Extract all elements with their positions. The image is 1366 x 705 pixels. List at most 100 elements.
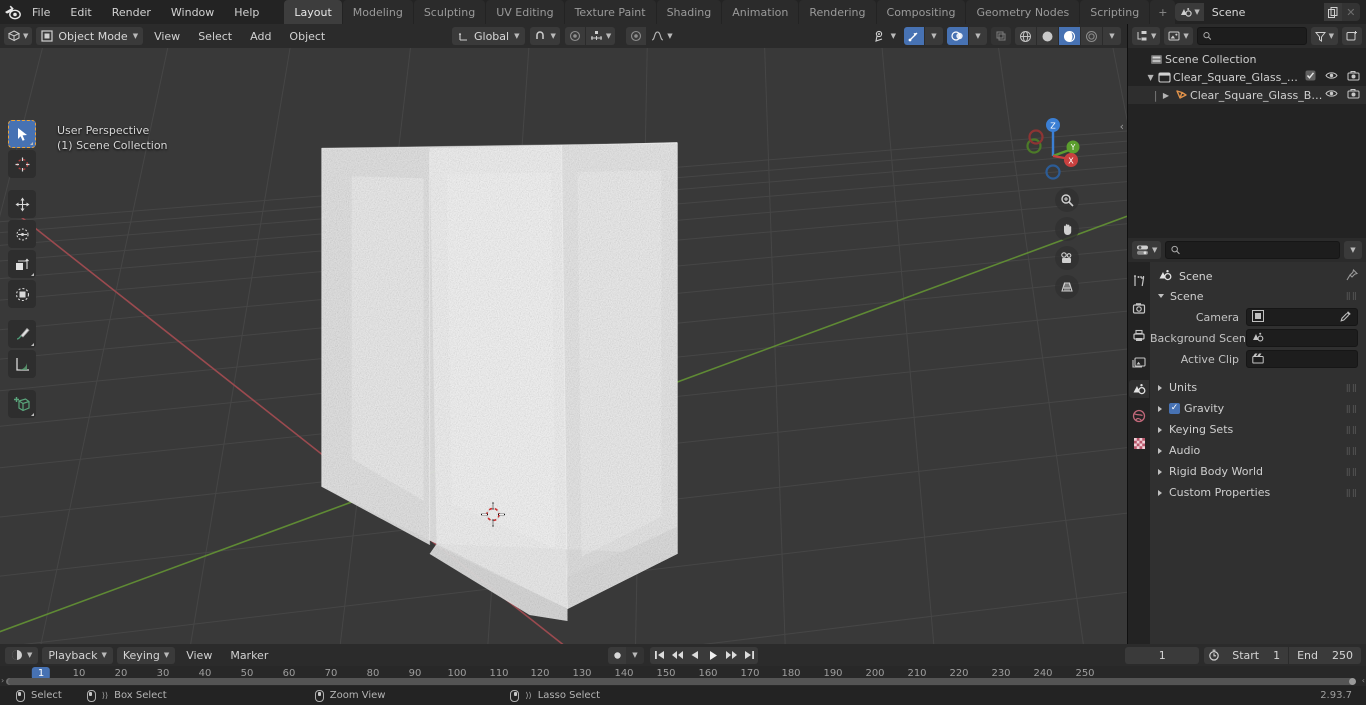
start-frame-field[interactable]: Start 1 xyxy=(1224,646,1289,664)
camera-field[interactable] xyxy=(1246,308,1358,326)
camera-icon[interactable] xyxy=(1347,70,1360,84)
tab-compositing[interactable]: Compositing xyxy=(876,0,966,24)
new-scene-icon[interactable] xyxy=(1323,3,1342,21)
panel-rigid-body-world[interactable]: Rigid Body World ⣿⣿ xyxy=(1150,461,1366,482)
panel-units[interactable]: Units ⣿⣿ xyxy=(1150,377,1366,398)
toggle-perspective-icon[interactable] xyxy=(1055,275,1079,299)
outliner-search-input[interactable] xyxy=(1196,27,1307,45)
scroll-handle-right[interactable] xyxy=(1349,678,1356,685)
add-workspace-button[interactable]: + xyxy=(1150,0,1176,24)
overlays-dropdown-icon[interactable]: ▼ xyxy=(969,27,987,45)
wireframe-shading-icon[interactable] xyxy=(1015,27,1036,45)
chevron-left-icon[interactable]: ‹ xyxy=(1120,120,1124,133)
zoom-icon[interactable] xyxy=(1055,188,1079,212)
menu-window[interactable]: Window xyxy=(162,3,223,22)
tab-layout[interactable]: Layout xyxy=(284,0,342,24)
navigation-gizmo[interactable]: Z Y X xyxy=(1013,110,1085,182)
scene-selector[interactable]: ▼ Scene ✕ xyxy=(1175,3,1360,21)
viewport-menu-object[interactable]: Object xyxy=(282,28,332,45)
timeline-editor-icon[interactable]: ▼ xyxy=(5,646,39,664)
playback-menu[interactable]: Playback ▼ xyxy=(42,646,113,664)
timeline-menu-view[interactable]: View xyxy=(179,647,219,664)
3d-viewport[interactable]: User Perspective (1) Scene Collection Z … xyxy=(0,48,1127,644)
transform-tool[interactable] xyxy=(8,280,36,308)
rendered-shading-icon[interactable] xyxy=(1081,27,1102,45)
properties-search-field[interactable] xyxy=(1184,243,1334,257)
tab-geometry-nodes[interactable]: Geometry Nodes xyxy=(966,0,1080,24)
scroll-right-arrow[interactable]: ‹ xyxy=(1362,676,1365,685)
jump-to-start-icon[interactable] xyxy=(650,646,668,664)
new-collection-icon[interactable] xyxy=(1342,27,1362,45)
panel-gravity[interactable]: ✓ Gravity ⣿⣿ xyxy=(1150,398,1366,419)
menu-help[interactable]: Help xyxy=(225,3,268,22)
move-tool[interactable] xyxy=(8,190,36,218)
scene-icon[interactable]: ▼ xyxy=(1175,3,1204,21)
snap-controls[interactable]: ▼ xyxy=(530,27,560,45)
camera-icon[interactable] xyxy=(1347,88,1360,102)
outliner-row-scene-collection[interactable]: Scene Collection xyxy=(1128,50,1366,68)
tab-modeling[interactable]: Modeling xyxy=(342,0,413,24)
stopwatch-icon[interactable] xyxy=(1204,646,1225,664)
eye-icon[interactable] xyxy=(1325,70,1338,84)
tab-scripting[interactable]: Scripting xyxy=(1080,0,1150,24)
timeline-menu-marker[interactable]: Marker xyxy=(223,647,275,664)
solid-shading-icon[interactable] xyxy=(1037,27,1058,45)
active-clip-field[interactable] xyxy=(1246,350,1358,368)
tweak-select-tool[interactable] xyxy=(8,120,36,148)
outliner-search-field[interactable] xyxy=(1215,29,1301,43)
horizontal-scrollbar[interactable] xyxy=(8,678,1354,685)
prev-keyframe-icon[interactable] xyxy=(668,646,686,664)
xray-icon[interactable] xyxy=(991,27,1011,45)
material-preview-icon[interactable] xyxy=(1059,27,1080,45)
tab-uv-editing[interactable]: UV Editing xyxy=(486,0,564,24)
outliner-display-mode-icon[interactable]: ▼ xyxy=(1132,27,1161,45)
scale-tool[interactable] xyxy=(8,250,36,278)
scene-tab[interactable] xyxy=(1129,380,1149,398)
menu-file[interactable]: File xyxy=(23,3,59,22)
outliner-filter-mode-icon[interactable]: ▼ xyxy=(1164,27,1193,45)
menu-edit[interactable]: Edit xyxy=(61,3,100,22)
gizmo-icon[interactable] xyxy=(904,27,924,45)
panel-custom-properties[interactable]: Custom Properties ⣿⣿ xyxy=(1150,482,1366,503)
tab-texture-paint[interactable]: Texture Paint xyxy=(564,0,656,24)
render-tab[interactable] xyxy=(1129,299,1149,317)
add-cube-tool[interactable] xyxy=(8,390,36,418)
transform-orientation-selector[interactable]: Global ▼ xyxy=(452,27,526,45)
measure-tool[interactable] xyxy=(8,350,36,378)
expander-right-icon[interactable]: ▶ xyxy=(1160,91,1173,100)
proportional-falloff-icon[interactable]: ▼ xyxy=(585,27,616,45)
current-frame-field[interactable]: 1 xyxy=(1125,646,1200,664)
tab-shading[interactable]: Shading xyxy=(656,0,722,24)
eye-icon[interactable] xyxy=(1325,88,1338,102)
keying-menu[interactable]: Keying ▼ xyxy=(116,646,176,664)
panel-audio[interactable]: Audio ⣿⣿ xyxy=(1150,440,1366,461)
properties-editor-icon[interactable]: ▼ xyxy=(1132,241,1162,259)
rotate-tool[interactable] xyxy=(8,220,36,248)
view-layer-tab[interactable] xyxy=(1129,353,1149,371)
end-frame-field[interactable]: End 250 xyxy=(1289,646,1361,664)
smooth-falloff-icon[interactable]: ▼ xyxy=(647,27,676,45)
filter-funnel-icon[interactable]: ▼ xyxy=(1310,27,1338,45)
eyedropper-icon[interactable] xyxy=(1340,310,1352,325)
camera-view-icon[interactable] xyxy=(1055,246,1079,270)
scene-name[interactable]: Scene xyxy=(1203,3,1324,21)
properties-search-input[interactable] xyxy=(1165,241,1340,259)
outliner-row-object[interactable]: | ▶ Clear_Square_Glass_Bloc xyxy=(1128,86,1366,104)
checkbox-enabled-icon[interactable] xyxy=(1305,70,1316,84)
viewport-menu-select[interactable]: Select xyxy=(191,28,239,45)
proportional-editing-icon[interactable] xyxy=(564,27,585,45)
shading-dropdown-icon[interactable]: ▼ xyxy=(1103,27,1121,45)
tab-rendering[interactable]: Rendering xyxy=(799,0,876,24)
play-icon[interactable] xyxy=(704,646,722,664)
pin-icon[interactable] xyxy=(1346,268,1359,284)
tab-sculpting[interactable]: Sculpting xyxy=(413,0,486,24)
output-tab[interactable] xyxy=(1129,326,1149,344)
overlays-icon[interactable] xyxy=(947,27,968,45)
remove-scene-icon[interactable]: ✕ xyxy=(1341,3,1360,21)
texture-tab[interactable] xyxy=(1129,434,1149,452)
expander-down-icon[interactable]: ▼ xyxy=(1145,73,1157,82)
record-dropdown-icon[interactable]: ▼ xyxy=(626,646,644,664)
cursor-tool[interactable] xyxy=(8,150,36,178)
scroll-left-arrow[interactable]: › xyxy=(1,676,4,685)
menu-render[interactable]: Render xyxy=(103,3,160,22)
